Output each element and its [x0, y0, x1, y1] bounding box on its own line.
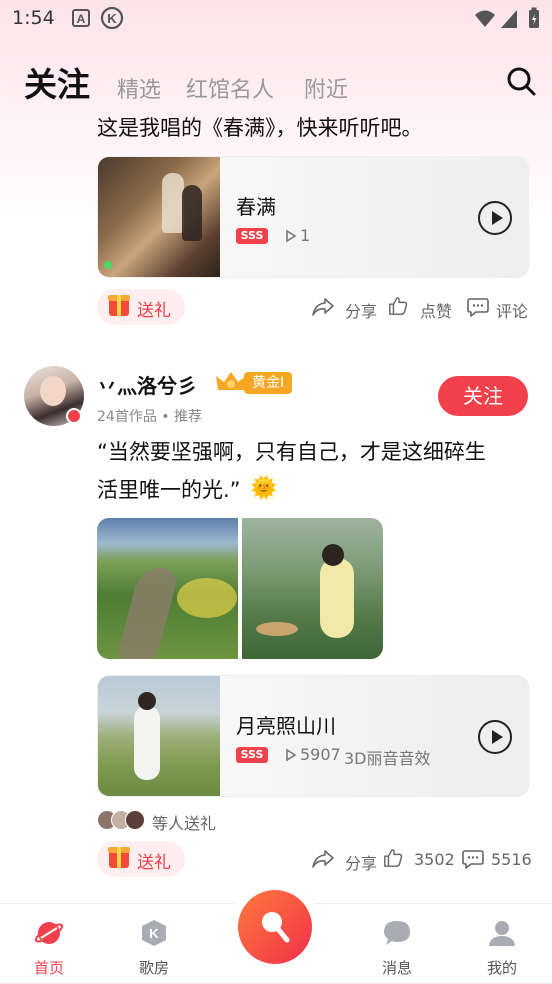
a-box-icon: A — [72, 9, 90, 27]
gift-button[interactable]: 送礼 — [97, 841, 185, 877]
level-badge: 黄金I — [244, 372, 293, 394]
gift-button[interactable]: 送礼 — [97, 289, 185, 325]
planet-icon — [34, 922, 64, 944]
post-text-line1: “当然要坚强啊，只有自己，才是这细碎生 — [97, 440, 486, 464]
play-count: 1 — [300, 226, 311, 245]
comment-icon[interactable] — [462, 849, 484, 869]
gift-label: 送礼 — [137, 853, 171, 873]
wifi-icon — [475, 10, 495, 27]
gift-icon — [108, 295, 130, 316]
signal-icon — [501, 10, 517, 28]
bottom-nav: 首页 K 歌房 消息 我的 — [0, 890, 552, 984]
microphone-icon — [262, 912, 290, 943]
tab-featured[interactable]: 精选 — [117, 72, 161, 104]
tab-nearby[interactable]: 附近 — [304, 72, 348, 104]
share-icon[interactable] — [312, 849, 334, 869]
gift-senders-label[interactable]: 等人送礼 — [152, 810, 216, 834]
photo-2[interactable] — [242, 518, 383, 659]
status-time: 1:54 — [12, 7, 55, 29]
song-card[interactable]: 月亮照山川 SSS 5907 3D丽音音效 — [97, 675, 529, 797]
k-circle-icon: K — [100, 6, 124, 30]
play-count-icon — [286, 748, 297, 762]
nav-messages[interactable]: 消息 — [357, 904, 437, 984]
song-card[interactable]: 春满 SSS 1 — [97, 156, 529, 278]
share-label[interactable]: 分享 — [345, 850, 377, 874]
nav-home[interactable]: 首页 — [9, 904, 89, 984]
user-icon — [489, 921, 515, 946]
search-icon[interactable] — [506, 66, 536, 96]
nav-profile[interactable]: 我的 — [462, 904, 542, 984]
verified-badge-icon — [66, 408, 82, 424]
follow-button[interactable]: 关注 — [438, 376, 528, 416]
gift-avatars[interactable] — [97, 810, 145, 830]
quality-badge: SSS — [236, 747, 268, 763]
play-button[interactable] — [478, 201, 512, 235]
nav-song-room-label: 歌房 — [138, 959, 169, 977]
share-icon[interactable] — [312, 297, 334, 317]
nav-profile-label: 我的 — [486, 959, 517, 977]
svg-text:A: A — [77, 12, 86, 26]
svg-text:K: K — [149, 926, 159, 941]
play-count: 5907 — [300, 745, 341, 764]
gift-icon — [108, 847, 130, 868]
record-button[interactable] — [238, 890, 312, 964]
status-bar: 1:54 A K — [0, 0, 552, 38]
nav-home-label: 首页 — [33, 959, 64, 977]
comment-icon[interactable] — [467, 297, 489, 317]
tab-celebrities[interactable]: 红馆名人 — [186, 72, 274, 104]
like-label[interactable]: 点赞 — [420, 298, 452, 322]
song-cover — [98, 676, 220, 796]
battery-charging-icon — [529, 7, 539, 28]
post-text-line2: 活里唯一的光.” — [97, 478, 241, 502]
sun-emoji: 🌞 — [250, 476, 278, 501]
user-name[interactable]: 丷灬洛兮彡 — [97, 370, 197, 399]
sound-effect: 3D丽音音效 — [344, 749, 431, 768]
like-icon[interactable] — [387, 296, 409, 316]
song-cover — [98, 157, 220, 277]
comment-count[interactable]: 5516 — [491, 850, 532, 869]
comment-label[interactable]: 评论 — [496, 298, 528, 322]
song-title: 春满 — [236, 195, 276, 219]
nav-messages-label: 消息 — [381, 959, 412, 977]
like-icon[interactable] — [382, 848, 404, 868]
photo-1[interactable] — [97, 518, 238, 659]
nav-song-room[interactable]: K 歌房 — [114, 904, 194, 984]
tab-following[interactable]: 关注 — [24, 58, 90, 106]
svg-text:K: K — [107, 11, 117, 26]
user-subtitle: 24首作品 • 推荐 — [97, 409, 202, 425]
song-title: 月亮照山川 — [236, 714, 336, 738]
crown-icon — [216, 372, 246, 390]
play-count-icon — [286, 229, 297, 243]
message-icon — [384, 921, 410, 945]
post-text: 这是我唱的《春满》，快来听听吧。 — [97, 116, 423, 140]
gift-label: 送礼 — [137, 301, 171, 321]
like-count[interactable]: 3502 — [414, 850, 455, 869]
play-button[interactable] — [478, 720, 512, 754]
quality-badge: SSS — [236, 228, 268, 244]
k-room-icon: K — [142, 920, 166, 946]
share-label[interactable]: 分享 — [345, 298, 377, 322]
